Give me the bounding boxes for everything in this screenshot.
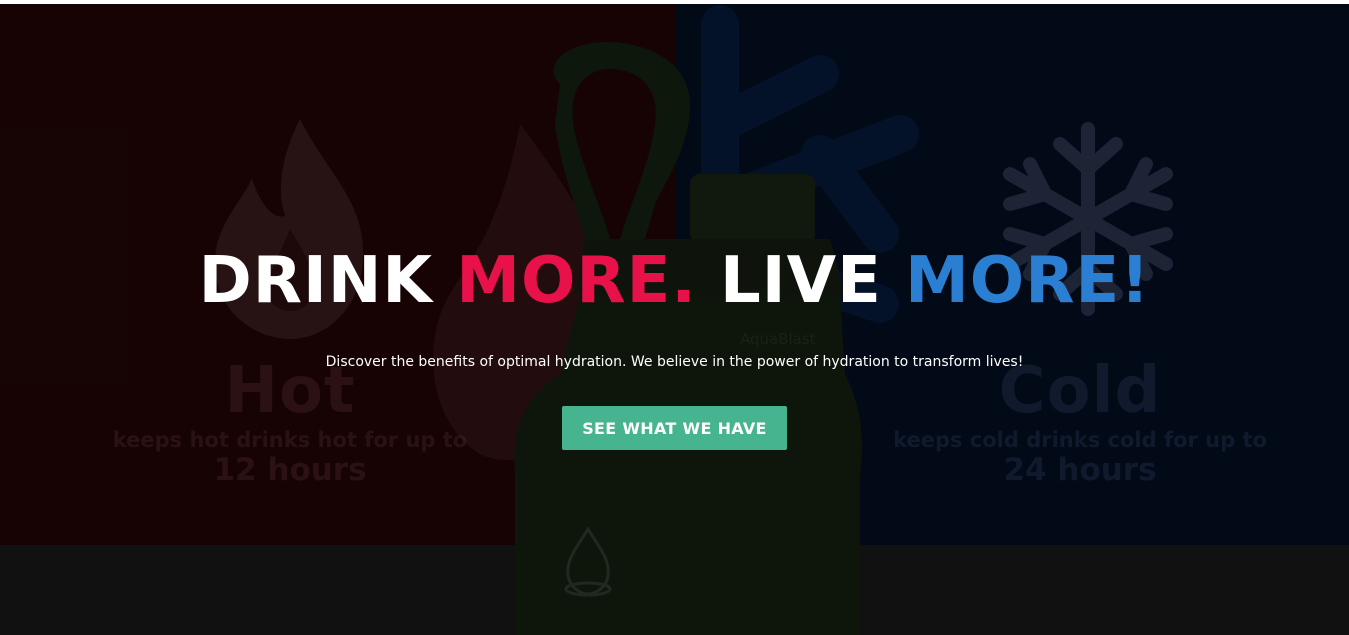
dark-overlay bbox=[0, 4, 1349, 635]
headline-drink: DRINK bbox=[198, 244, 457, 318]
headline-more-red: MORE. bbox=[456, 244, 697, 318]
hero-section: AquaBlast Hot keeps hot drinks hot for u… bbox=[0, 4, 1349, 635]
headline-more-blue: MORE! bbox=[905, 244, 1151, 318]
hero-tagline: Discover the benefits of optimal hydrati… bbox=[325, 354, 1024, 370]
see-what-we-have-button[interactable]: SEE WHAT WE HAVE bbox=[562, 406, 787, 450]
hero-headline: DRINK MORE. LIVE MORE! bbox=[0, 244, 1349, 318]
headline-live: LIVE bbox=[696, 244, 906, 318]
